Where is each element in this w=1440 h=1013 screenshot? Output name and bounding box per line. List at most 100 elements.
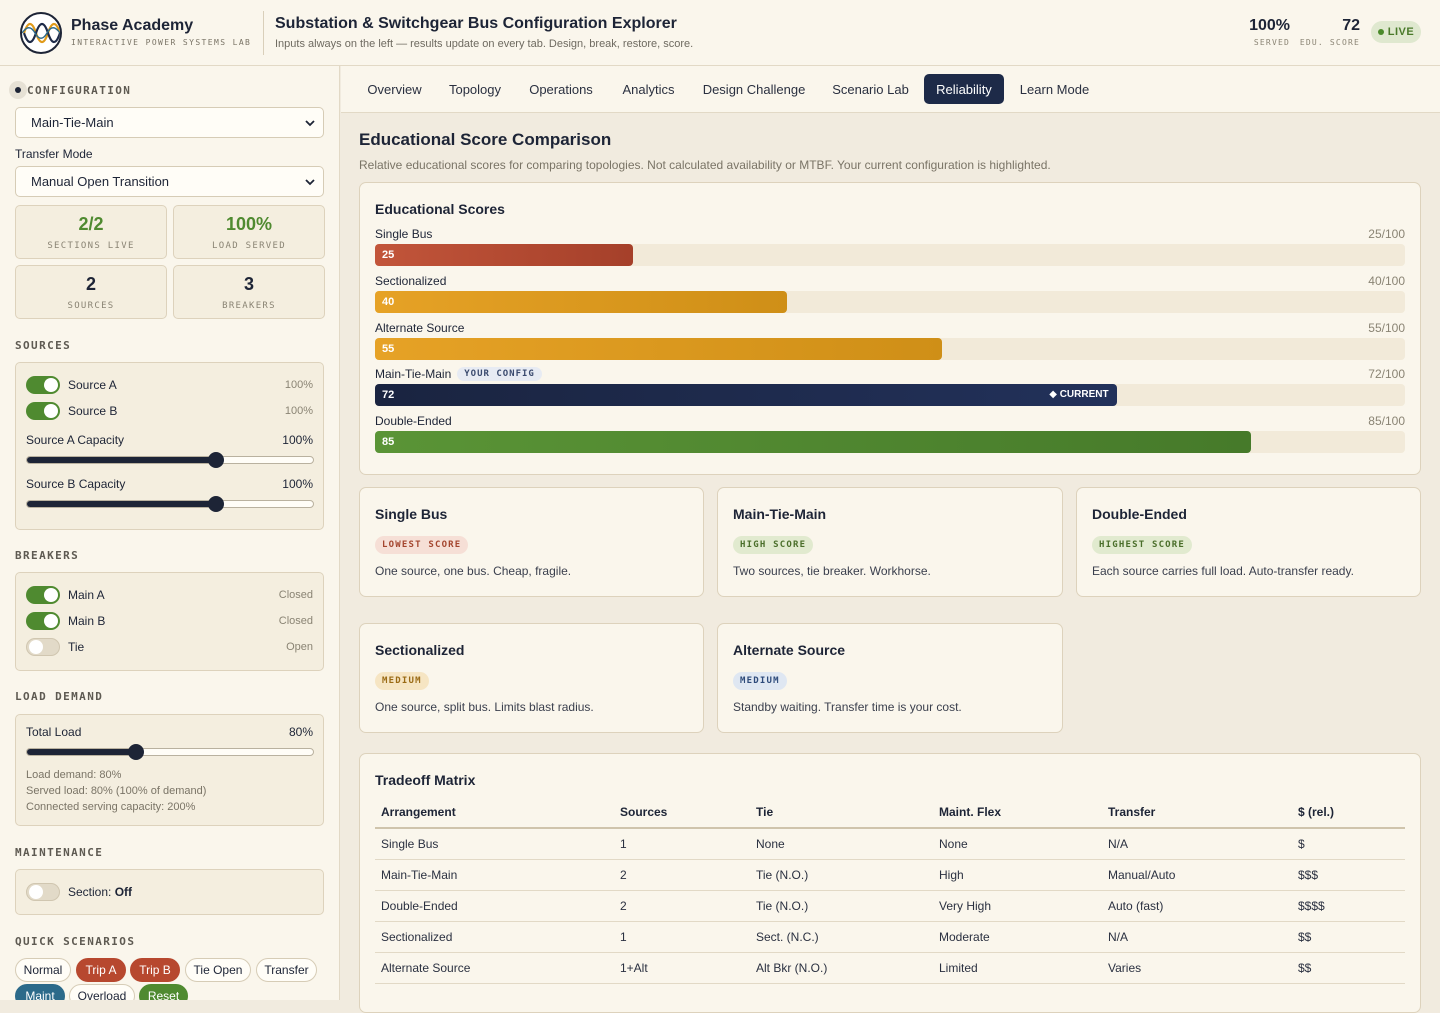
maintenance-toggle[interactable] — [26, 883, 60, 901]
breaker-name: Tie — [68, 640, 85, 654]
bar-max-label: 55/100 — [1368, 320, 1405, 335]
bar-value-label: 85 — [382, 436, 395, 449]
slider-fill — [27, 749, 136, 755]
bar-track: 72 ◆ CURRENT — [375, 384, 1405, 407]
bar-category-label: Double-Ended — [375, 414, 452, 428]
served-value: 100% — [1249, 17, 1290, 34]
total-load-slider[interactable] — [26, 744, 314, 760]
configuration-heading: CONFIGURATION — [27, 84, 132, 97]
scenario-overload-button[interactable]: Overload — [69, 984, 135, 1000]
bar-category-name: Single Bus — [375, 227, 433, 241]
card-description: Standby waiting. Transfer time is your c… — [733, 700, 962, 714]
header-divider — [263, 11, 264, 55]
table-cell: Single Bus — [375, 828, 614, 860]
source-b-toggle[interactable] — [26, 402, 60, 420]
table-cell: Double-Ended — [375, 890, 614, 922]
tab-bar: Overview Topology Operations Analytics D… — [341, 66, 1440, 113]
educational-scores-card: Educational Scores Single Bus 25/100 25 Sec… — [359, 182, 1421, 475]
scenario-reset-button[interactable]: Reset — [139, 984, 188, 1000]
logo-icon — [20, 12, 62, 54]
capacity-label: Source A Capacity — [26, 433, 125, 447]
stat-value: 100% — [225, 214, 273, 234]
card-title: Main-Tie-Main — [733, 506, 827, 522]
load-label: Total Load — [26, 725, 82, 739]
bar-category-name: Double-Ended — [375, 414, 452, 429]
served-load-line: Served load: 80% (100% of demand) — [26, 785, 207, 797]
breaker-state: Closed — [278, 615, 313, 627]
bar-max-label: 72/100 — [1368, 367, 1405, 382]
source-a-capacity-slider[interactable] — [26, 452, 314, 468]
score-label: EDU. SCORE — [1299, 38, 1360, 47]
served-stat: 100% SERVED — [1240, 17, 1290, 47]
slider-thumb[interactable] — [127, 744, 144, 760]
maintenance-panel: Section: Off — [15, 869, 324, 915]
table-cell: Auto (fast) — [1102, 890, 1292, 922]
main-b-toggle[interactable] — [26, 612, 60, 630]
source-b-capacity-slider[interactable] — [26, 496, 314, 512]
live-badge: LIVE — [1371, 21, 1421, 43]
load-value: 80% — [288, 725, 313, 739]
table-row: Double-Ended 2 Tie (N.O.) Very High Auto… — [375, 890, 1405, 922]
tab-learn-mode[interactable]: Learn Mode — [1012, 74, 1097, 104]
stat-label: SECTIONS LIVE — [47, 241, 135, 251]
source-b-row: Source B 100% — [26, 402, 313, 420]
slider-thumb[interactable] — [207, 452, 224, 468]
column-header: Tie — [750, 796, 933, 829]
tab-reliability[interactable]: Reliability — [924, 74, 1004, 104]
card-title: Alternate Source — [733, 642, 846, 658]
stat-label: LOAD SERVED — [212, 241, 286, 251]
bar-category-label: Sectionalized — [375, 274, 446, 288]
tie-toggle[interactable] — [26, 638, 60, 656]
transfer-mode-select[interactable]: Manual Open Transition — [15, 166, 324, 197]
tab-topology[interactable]: Topology — [439, 74, 511, 104]
score-value: 72 — [1342, 17, 1360, 34]
capacity-value: 100% — [282, 433, 313, 447]
tab-overview[interactable]: Overview — [358, 74, 431, 104]
main-a-toggle[interactable] — [26, 586, 60, 604]
bar-max-label: 40/100 — [1368, 273, 1405, 288]
topology-card-main-tie-main: Main-Tie-Main HIGH SCORE Two sources, ti… — [717, 487, 1063, 597]
topology-card-sectionalized: Sectionalized MEDIUM One source, split b… — [359, 623, 704, 733]
tab-scenario-lab[interactable]: Scenario Lab — [823, 74, 918, 104]
scores-title: Educational Scores — [375, 201, 505, 217]
stat-value: 2 — [85, 274, 96, 294]
table-cell: N/A — [1102, 828, 1292, 860]
table-cell: Very High — [933, 890, 1102, 922]
bar-fill: 72 ◆ CURRENT — [375, 384, 1117, 407]
scenario-transfer-button[interactable]: Transfer — [256, 958, 317, 982]
card-description: One source, split bus. Limits blast radi… — [375, 700, 594, 714]
total-load-label: Total Load 80% — [26, 725, 313, 739]
source-a-toggle[interactable] — [26, 376, 60, 394]
score-tag: LOWEST SCORE — [375, 536, 469, 554]
tab-operations[interactable]: Operations — [518, 74, 604, 104]
bar-track: 85 — [375, 431, 1405, 454]
stat-card-breakers: 3 BREAKERS — [173, 265, 325, 319]
stat-card-sections: 2/2 SECTIONS LIVE — [15, 205, 167, 259]
scenario-normal-button[interactable]: Normal — [15, 958, 71, 982]
bar-category-label: Single Bus — [375, 227, 432, 241]
table-cell: Manual/Auto — [1102, 859, 1292, 891]
sources-panel: Source A 100% Source B 100% Source A Cap… — [15, 362, 324, 530]
source-value: 100% — [284, 405, 313, 417]
tab-analytics[interactable]: Analytics — [612, 74, 685, 104]
tab-design-challenge[interactable]: Design Challenge — [693, 74, 815, 104]
sidebar: CONFIGURATION Main-Tie-Main Transfer Mod… — [0, 66, 340, 1000]
transfer-mode-label: Transfer Mode — [15, 147, 93, 161]
source-b-capacity-label: Source B Capacity 100% — [26, 477, 313, 491]
table-cell: None — [933, 828, 1102, 860]
scenario-trip-a-button[interactable]: Trip A — [76, 958, 126, 982]
scenario-maint-button[interactable]: Maint — [15, 984, 65, 1000]
card-description: Each source carries full load. Auto-tran… — [1092, 564, 1354, 578]
scenario-tie-open-button[interactable]: Tie Open — [185, 958, 251, 982]
breaker-tie-row: Tie Open — [26, 638, 313, 656]
breakers-panel: Main A Closed Main B Closed Tie Open — [15, 572, 324, 671]
slider-thumb[interactable] — [207, 496, 224, 512]
maintenance-section-label: Section: — [68, 885, 115, 899]
configuration-select[interactable]: Main-Tie-Main — [15, 107, 324, 138]
app-subtitle: Inputs always on the left — results upda… — [275, 38, 694, 50]
breaker-name: Main A — [68, 588, 105, 602]
capacity-value: 100% — [282, 477, 313, 491]
brand-name: Phase Academy — [71, 17, 194, 34]
tradeoff-matrix-table: Arrangement Sources Tie Maint. Flex Tran… — [375, 796, 1405, 984]
scenario-trip-b-button[interactable]: Trip B — [130, 958, 180, 982]
